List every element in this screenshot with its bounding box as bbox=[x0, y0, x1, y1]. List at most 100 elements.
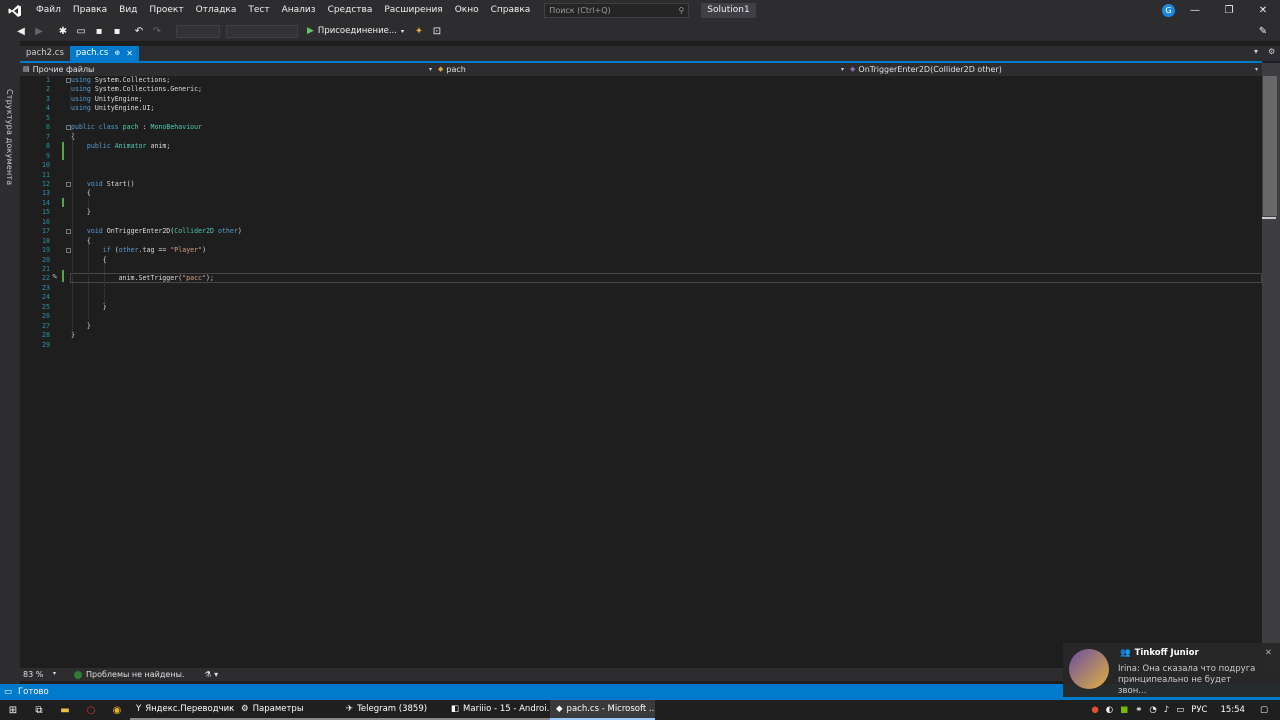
menu-item[interactable]: Вид bbox=[113, 0, 143, 21]
menu-item[interactable]: Расширения bbox=[378, 0, 448, 21]
pin-icon[interactable]: ⊕ bbox=[114, 46, 120, 61]
windows-start-icon[interactable]: ⊞ bbox=[0, 700, 26, 720]
menu-item[interactable]: Файл bbox=[30, 0, 67, 21]
back-icon[interactable]: ◀ bbox=[14, 24, 28, 38]
redo-icon[interactable]: ↷ bbox=[150, 24, 164, 38]
menu-item[interactable]: Тест bbox=[242, 0, 275, 21]
collapse-icon[interactable] bbox=[66, 229, 71, 235]
save-all-icon[interactable]: ▪ bbox=[110, 24, 124, 38]
class-dropdown[interactable]: ◆ pach ▾ bbox=[438, 63, 848, 76]
line-number: 11 bbox=[42, 170, 50, 179]
close-icon[interactable]: ✕ bbox=[1246, 5, 1280, 16]
new-project-icon[interactable]: ✱ bbox=[56, 24, 70, 38]
menu-item[interactable]: Справка bbox=[485, 0, 537, 21]
collapse-icon[interactable] bbox=[66, 78, 71, 83]
windows-taskbar: ⊞ ⧉ ▬ ○ ◉ YЯндекс.Переводчик ...⚙Парамет… bbox=[0, 700, 1280, 720]
forward-icon[interactable]: ▶ bbox=[32, 24, 46, 38]
search-icon: ⚲ bbox=[678, 6, 685, 15]
code-line: 19 if (other.tag == "Player") bbox=[30, 246, 1262, 255]
notification-toast[interactable]: 👥 Tinkoff Junior ✕ Irina: Она сказала чт… bbox=[1063, 643, 1280, 697]
clock[interactable]: 15:54 bbox=[1220, 705, 1245, 715]
gear-icon[interactable]: ⚙ bbox=[1268, 47, 1275, 56]
taskbar-app[interactable]: ◧ Mariiio - 15 - Androi... bbox=[445, 700, 550, 720]
member-dropdown[interactable]: ◈ OnTriggerEnter2D(Collider2D other) ▾ bbox=[850, 63, 1262, 76]
save-icon[interactable]: ▪ bbox=[92, 24, 106, 38]
project-dropdown[interactable]: ▤ Прочие файлы ▾ bbox=[23, 63, 436, 76]
collapse-icon[interactable] bbox=[66, 248, 71, 254]
code-text: } bbox=[86, 208, 91, 217]
taskbar-app[interactable]: ⚙ Параметры bbox=[235, 700, 340, 720]
app-icon: Y bbox=[136, 704, 142, 714]
configuration-dropdown[interactable] bbox=[176, 24, 220, 38]
code-line: 5 bbox=[30, 114, 1262, 123]
taskbar-app[interactable]: ✈ Telegram (3859) bbox=[340, 700, 445, 720]
undo-icon[interactable]: ↶ bbox=[132, 24, 146, 38]
menu-item[interactable]: Средства bbox=[322, 0, 379, 21]
language-indicator[interactable]: РУС bbox=[1191, 705, 1207, 715]
attach-button[interactable]: ▶ Присоединение... ▾ bbox=[307, 26, 404, 36]
code-line: 13 { bbox=[30, 189, 1262, 198]
tab-pach-cs[interactable]: pach.cs ⊕ ✕ bbox=[69, 46, 139, 61]
zoom-level: 83 % bbox=[23, 670, 44, 679]
tray-app-icon[interactable]: ◐ bbox=[1106, 705, 1113, 715]
code-cleanup-icon[interactable]: ⚗ ▾ bbox=[204, 670, 218, 679]
scrollbar-thumb[interactable] bbox=[1263, 76, 1277, 216]
chevron-down-icon: ▾ bbox=[52, 670, 56, 677]
code-line: 4 using UnityEngine.UI; bbox=[30, 104, 1262, 113]
nvidia-icon[interactable]: ■ bbox=[1120, 705, 1128, 715]
search-input[interactable]: Поиск (Ctrl+Q) ⚲ bbox=[544, 3, 690, 18]
collapse-icon[interactable] bbox=[66, 181, 71, 187]
code-editor[interactable]: 1 using System.Collections; 2 using System.… bbox=[30, 76, 1262, 666]
menu-item[interactable]: Правка bbox=[67, 0, 113, 21]
taskbar-app[interactable]: ◆ pach.cs - Microsoft ... bbox=[550, 700, 655, 720]
code-line: 25 } bbox=[30, 303, 1262, 312]
close-tab-icon[interactable]: ✕ bbox=[126, 46, 133, 61]
contact-avatar bbox=[1069, 649, 1109, 689]
account-avatar[interactable]: G bbox=[1162, 4, 1175, 17]
opera-icon[interactable]: ○ bbox=[78, 700, 104, 720]
zoom-dropdown[interactable]: 83 % ▾ bbox=[20, 670, 60, 679]
menu-item[interactable]: Отладка bbox=[190, 0, 243, 21]
bluetooth-icon[interactable]: ⚭ bbox=[1135, 705, 1142, 715]
feedback-icon[interactable]: ✎ bbox=[1256, 24, 1270, 38]
line-number: 8 bbox=[46, 142, 50, 151]
code-line: 17 void OnTriggerEnter2D(Collider2D othe… bbox=[30, 227, 1262, 236]
solution-name: Solution1 bbox=[701, 3, 756, 18]
open-file-icon[interactable]: ▭ bbox=[74, 24, 88, 38]
collapse-icon[interactable] bbox=[66, 125, 71, 131]
notifications-icon[interactable]: ▢ bbox=[1260, 705, 1268, 715]
fire-icon[interactable]: ✦ bbox=[412, 24, 426, 38]
tab-overflow-icon[interactable]: ▾ bbox=[1254, 47, 1258, 56]
check-circle-icon bbox=[74, 670, 82, 679]
task-view-icon[interactable]: ⧉ bbox=[26, 700, 52, 720]
tray-app-icon[interactable]: ● bbox=[1091, 705, 1098, 715]
method-icon: ◈ bbox=[850, 65, 856, 73]
change-marker bbox=[62, 142, 64, 160]
keyboard-icon[interactable]: ▭ bbox=[1176, 705, 1184, 715]
menu-item[interactable]: Анализ bbox=[276, 0, 322, 21]
minimize-icon[interactable]: — bbox=[1178, 5, 1212, 16]
menu-item[interactable]: Проект bbox=[143, 0, 189, 21]
search-placeholder: Поиск (Ctrl+Q) bbox=[549, 6, 611, 15]
line-number: 17 bbox=[42, 227, 50, 236]
line-number: 6 bbox=[46, 123, 50, 132]
chrome-icon[interactable]: ◉ bbox=[104, 700, 130, 720]
menu-item[interactable]: Окно bbox=[449, 0, 485, 21]
line-number: 1 bbox=[46, 76, 50, 84]
volume-icon[interactable]: ♪ bbox=[1164, 705, 1169, 715]
document-outline-tab[interactable]: Структура документа bbox=[5, 89, 14, 185]
editor-tabs: pach2.cs pach.cs ⊕ ✕ bbox=[20, 46, 1280, 61]
line-number: 16 bbox=[42, 217, 50, 226]
file-explorer-icon[interactable]: ▬ bbox=[52, 700, 78, 720]
tab-pach2-cs[interactable]: pach2.cs bbox=[20, 46, 70, 61]
line-number: 29 bbox=[42, 340, 50, 349]
platform-dropdown[interactable] bbox=[226, 24, 298, 38]
indent-guide bbox=[88, 244, 89, 322]
issues-indicator[interactable]: Проблемы не найдены. bbox=[74, 670, 184, 679]
close-icon[interactable]: ✕ bbox=[1265, 648, 1272, 658]
visual-studio-logo-icon bbox=[0, 0, 30, 21]
taskbar-app[interactable]: YЯндекс.Переводчик ... bbox=[130, 700, 235, 720]
browse-icon[interactable]: ⊡ bbox=[430, 24, 444, 38]
network-icon[interactable]: ◔ bbox=[1149, 705, 1156, 715]
restore-icon[interactable]: ❐ bbox=[1212, 5, 1246, 16]
